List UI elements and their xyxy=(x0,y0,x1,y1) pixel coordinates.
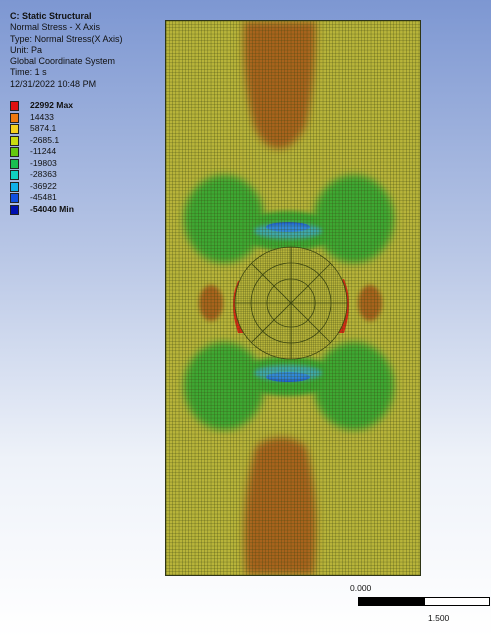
model-viewport[interactable] xyxy=(165,20,421,576)
legend-swatch xyxy=(10,147,19,157)
legend-swatch xyxy=(10,135,19,146)
legend-swatch xyxy=(10,101,19,111)
scale-end-label: 1.500 xyxy=(428,613,450,623)
result-type: Type: Normal Stress(X Axis) xyxy=(10,33,123,44)
result-name: Normal Stress - X Axis xyxy=(10,22,101,33)
legend-swatch xyxy=(10,181,19,192)
result-unit: Unit: Pa xyxy=(10,44,43,55)
result-time: Time: 1 s xyxy=(10,67,47,78)
inclusion-disk xyxy=(234,246,348,360)
legend-label: 22992 Max xyxy=(30,100,74,110)
legend-swatch xyxy=(10,204,19,215)
legend-label: -2685.1 xyxy=(30,134,60,145)
coordinate-system: Global Coordinate System xyxy=(10,56,116,67)
legend-swatch xyxy=(10,158,19,169)
legend-swatch xyxy=(10,170,19,180)
result-timestamp: 12/31/2022 10:48 PM xyxy=(10,78,97,89)
legend-label: 14433 xyxy=(30,111,54,122)
scale-start-label: 0.000 xyxy=(350,583,372,593)
stress-contour-plot[interactable] xyxy=(166,21,420,575)
legend-swatch xyxy=(10,112,19,123)
legend-label: -36922 xyxy=(30,180,57,191)
legend-label: -19803 xyxy=(30,157,57,168)
scale-bar: 0.000 1.500 xyxy=(350,583,491,623)
legend-swatch xyxy=(10,124,19,134)
scale-bar-graphic xyxy=(358,597,490,606)
result-info-panel: C: Static Structural Normal Stress - X A… xyxy=(10,11,123,90)
analysis-title: C: Static Structural xyxy=(10,11,92,21)
legend-label: -28363 xyxy=(30,169,57,179)
legend-label: -54040 Min xyxy=(30,203,74,214)
legend-swatch xyxy=(10,193,19,203)
legend-label: 5874.1 xyxy=(30,123,57,133)
legend-label: -45481 xyxy=(30,192,57,202)
legend-label: -11244 xyxy=(30,146,57,156)
